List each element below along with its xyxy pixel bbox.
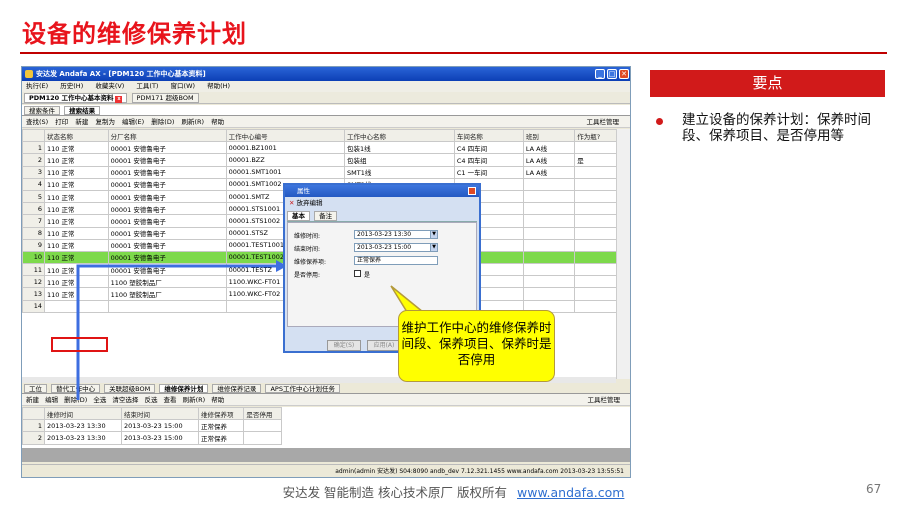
footer-text: 安达发 智能制造 核心技术原厂 版权所有 <box>282 485 507 500</box>
stop-use-option: 是 <box>364 272 371 279</box>
dialog-title: 属性 <box>297 187 310 195</box>
maint-item-value: 正常保养 <box>357 257 382 264</box>
start-time-value: 2013-03-23 13:30 <box>357 231 412 238</box>
start-time-field[interactable]: 2013-03-23 13:30 ▼ <box>354 230 438 239</box>
bullet-icon <box>656 118 663 125</box>
ok-button[interactable]: 确定(S) <box>327 340 361 351</box>
end-time-label: 结束时间: <box>294 246 321 253</box>
apply-button[interactable]: 应用(A) <box>367 340 401 351</box>
discard-edit-button[interactable]: 放弃编辑 <box>297 199 323 207</box>
maint-item-label: 维修保养项: <box>294 259 327 266</box>
dialog-tabs: 基本 备注 <box>287 211 477 222</box>
callout-note: 维护工作中心的维修保养时间段、保养项目、保养时是否停用 <box>398 310 555 382</box>
stop-use-label: 是否停用: <box>294 272 321 279</box>
keypoint-text: 建立设备的保养计划：保养时间段、保养项目、是否停用等 <box>682 112 871 144</box>
end-time-field[interactable]: 2013-03-23 15:00 ▼ <box>354 243 438 252</box>
keypoints-header: 要点 <box>650 70 885 97</box>
footer-link[interactable]: www.andafa.com <box>517 485 624 500</box>
start-time-label: 维修时间: <box>294 233 321 240</box>
page-number: 67 <box>866 482 882 496</box>
chevron-down-icon[interactable]: ▼ <box>430 230 438 239</box>
stop-use-checkbox[interactable] <box>354 270 361 277</box>
dialog-tab-basic[interactable]: 基本 <box>287 211 310 221</box>
highlight-box <box>51 337 108 352</box>
chevron-down-icon[interactable]: ▼ <box>430 243 438 252</box>
discard-icon: ✕ <box>289 199 295 207</box>
arrow-line <box>76 264 276 400</box>
dialog-close-button[interactable] <box>468 187 476 195</box>
dialog-titlebar: 属性 <box>285 185 479 197</box>
dialog-toolbar: ✕ 放弃编辑 <box>287 198 477 209</box>
callout-tail <box>390 285 425 313</box>
dialog-tab-notes[interactable]: 备注 <box>314 211 338 221</box>
footer: 安达发 智能制造 核心技术原厂 版权所有 www.andafa.com <box>0 482 907 501</box>
maint-item-field[interactable]: 正常保养 <box>354 256 438 265</box>
end-time-value: 2013-03-23 15:00 <box>357 244 412 251</box>
